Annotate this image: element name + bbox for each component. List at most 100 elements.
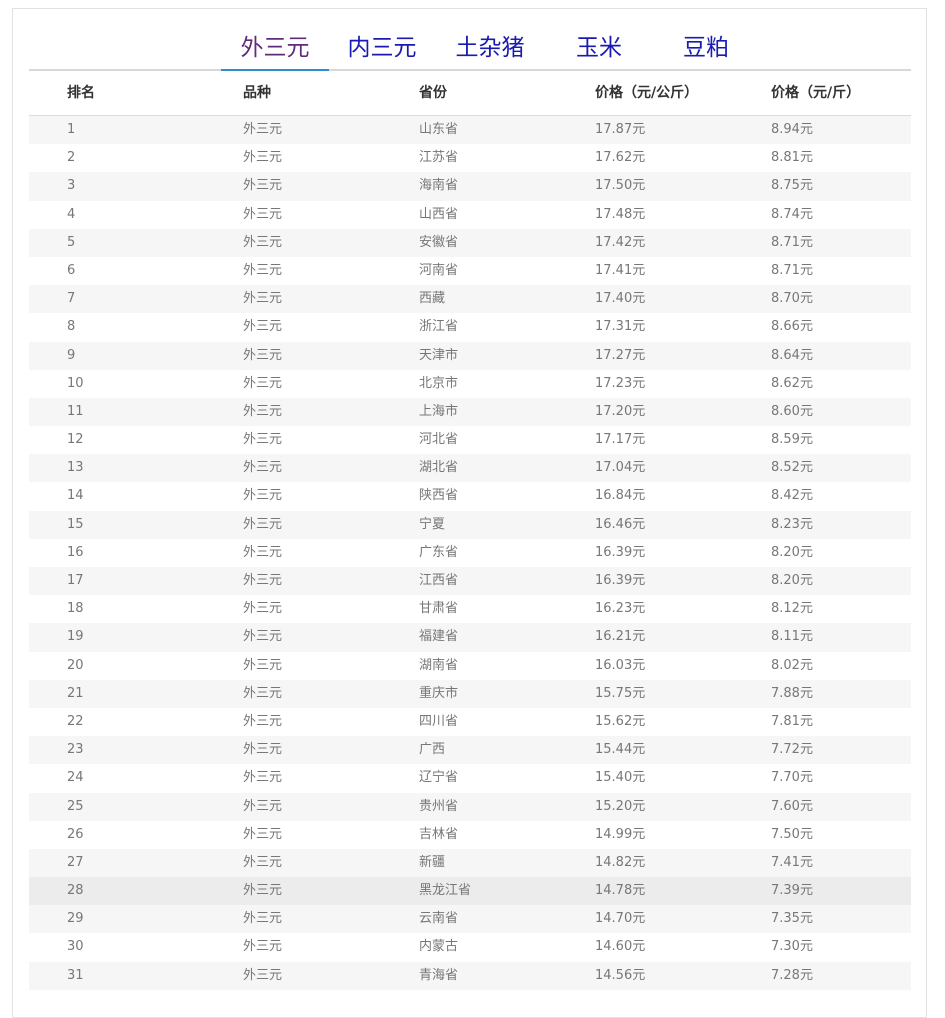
table-header: 排名 品种 省份 价格（元/公斤） 价格（元/斤）: [29, 71, 911, 116]
cell-price-kg: 17.50元: [595, 178, 646, 194]
cell-breed: 外三元: [243, 742, 283, 758]
cell-price-kg: 17.62元: [595, 150, 646, 166]
cell-province: 陕西省: [419, 488, 459, 504]
table-row: 23 外三元 广西 15.44元 7.72元: [29, 736, 911, 765]
table-row: 15 外三元 宁夏 16.46元 8.23元: [29, 510, 911, 539]
cell-province: 西藏: [419, 291, 446, 307]
cell-price-jin: 8.12元: [771, 601, 813, 617]
cell-price-kg: 17.27元: [595, 347, 646, 363]
cell-breed: 外三元: [243, 657, 283, 673]
cell-price-jin: 7.28元: [771, 967, 813, 983]
cell-province: 内蒙古: [419, 939, 459, 955]
cell-price-jin: 7.88元: [771, 685, 813, 701]
cell-breed: 外三元: [243, 122, 283, 137]
cell-price-jin: 7.60元: [771, 798, 813, 814]
cell-breed: 外三元: [243, 601, 283, 617]
cell-rank: 18: [67, 601, 84, 617]
cell-price-jin: 8.02元: [771, 657, 813, 673]
cell-price-kg: 15.62元: [595, 713, 646, 729]
header-price-jin[interactable]: 价格（元/斤）: [771, 71, 860, 115]
cell-rank: 25: [67, 798, 84, 814]
table-body: 1 外三元 山东省 17.87元 8.94元 2 外三元 江苏省 17.62元 8.81元 3 外三元…: [29, 116, 911, 990]
cell-price-kg: 14.56元: [595, 967, 646, 983]
cell-price-kg: 17.17元: [595, 432, 646, 448]
cell-price-jin: 8.71元: [771, 234, 813, 250]
cell-price-kg: 17.04元: [595, 460, 646, 476]
table-row: 4 外三元 山西省 17.48元 8.74元: [29, 200, 911, 229]
cell-rank: 16: [67, 544, 84, 560]
cell-province: 河北省: [419, 432, 459, 448]
tab-nei-san-yuan[interactable]: 内三元: [347, 31, 417, 69]
cell-price-kg: 15.44元: [595, 742, 646, 758]
tab-dou-po[interactable]: 豆粕: [681, 31, 731, 69]
cell-price-jin: 8.20元: [771, 544, 813, 560]
table-row: 1 外三元 山东省 17.87元 8.94元: [29, 116, 911, 145]
cell-price-kg: 14.70元: [595, 911, 646, 927]
cell-breed: 外三元: [243, 178, 283, 194]
cell-price-jin: 8.60元: [771, 403, 813, 419]
cell-province: 甘肃省: [419, 601, 459, 617]
cell-price-kg: 17.31元: [595, 319, 646, 335]
table-row: 2 外三元 江苏省 17.62元 8.81元: [29, 144, 911, 173]
cell-province: 福建省: [419, 629, 459, 645]
cell-price-kg: 17.20元: [595, 403, 646, 419]
cell-price-kg: 17.41元: [595, 262, 646, 278]
cell-rank: 15: [67, 516, 84, 532]
header-breed[interactable]: 品种: [243, 71, 271, 115]
table-row: 8 外三元 浙江省 17.31元 8.66元: [29, 313, 911, 342]
cell-breed: 外三元: [243, 234, 283, 250]
table-row: 22 外三元 四川省 15.62元 7.81元: [29, 707, 911, 737]
cell-breed: 外三元: [243, 854, 283, 870]
cell-breed: 外三元: [243, 403, 283, 419]
tab-tu-za-zhu[interactable]: 土杂猪: [455, 31, 525, 69]
cell-price-jin: 8.62元: [771, 375, 813, 391]
cell-breed: 外三元: [243, 826, 283, 842]
table-row: 21 外三元 重庆市 15.75元 7.88元: [29, 679, 911, 708]
cell-rank: 19: [67, 629, 84, 645]
cell-breed: 外三元: [243, 798, 283, 814]
tab-wai-san-yuan[interactable]: 外三元: [221, 31, 329, 71]
cell-breed: 外三元: [243, 770, 283, 786]
cell-breed: 外三元: [243, 939, 283, 955]
cell-province: 青海省: [419, 967, 459, 983]
cell-rank: 30: [67, 939, 84, 955]
cell-rank: 22: [67, 713, 84, 729]
cell-rank: 4: [67, 206, 76, 222]
tab-yu-mi[interactable]: 玉米: [574, 31, 624, 69]
table-row: 12 外三元 河北省 17.17元 8.59元: [29, 426, 911, 455]
header-rank[interactable]: 排名: [67, 71, 95, 115]
cell-province: 上海市: [419, 403, 459, 419]
cell-province: 江苏省: [419, 150, 459, 166]
cell-breed: 外三元: [243, 488, 283, 504]
header-price-kg[interactable]: 价格（元/公斤）: [595, 71, 698, 115]
cell-province: 广西: [419, 742, 446, 758]
cell-province: 北京市: [419, 375, 459, 391]
table-row: 14 外三元 陕西省 16.84元 8.42元: [29, 482, 911, 511]
cell-breed: 外三元: [243, 516, 283, 532]
cell-rank: 13: [67, 460, 84, 476]
cell-price-jin: 8.66元: [771, 319, 813, 335]
cell-province: 四川省: [419, 713, 459, 729]
cell-rank: 2: [67, 150, 76, 166]
cell-rank: 11: [67, 403, 84, 419]
cell-province: 山西省: [419, 206, 459, 222]
table-row: 28 外三元 黑龙江省 14.78元 7.39元: [29, 877, 911, 906]
cell-rank: 24: [67, 770, 84, 786]
cell-price-jin: 8.71元: [771, 262, 813, 278]
cell-price-jin: 8.94元: [771, 122, 813, 137]
cell-province: 江西省: [419, 573, 459, 588]
cell-breed: 外三元: [243, 432, 283, 448]
cell-province: 湖南省: [419, 657, 459, 673]
cell-rank: 28: [67, 883, 84, 899]
cell-price-kg: 14.99元: [595, 826, 646, 842]
cell-province: 黑龙江省: [419, 883, 472, 899]
cell-price-kg: 15.40元: [595, 770, 646, 786]
cell-breed: 外三元: [243, 967, 283, 983]
table-row: 6 外三元 河南省 17.41元 8.71元: [29, 256, 911, 286]
cell-province: 贵州省: [419, 798, 459, 814]
cell-price-jin: 8.52元: [771, 460, 813, 476]
cell-breed: 外三元: [243, 375, 283, 391]
cell-breed: 外三元: [243, 262, 283, 278]
cell-rank: 31: [67, 967, 84, 983]
header-province[interactable]: 省份: [419, 71, 447, 115]
